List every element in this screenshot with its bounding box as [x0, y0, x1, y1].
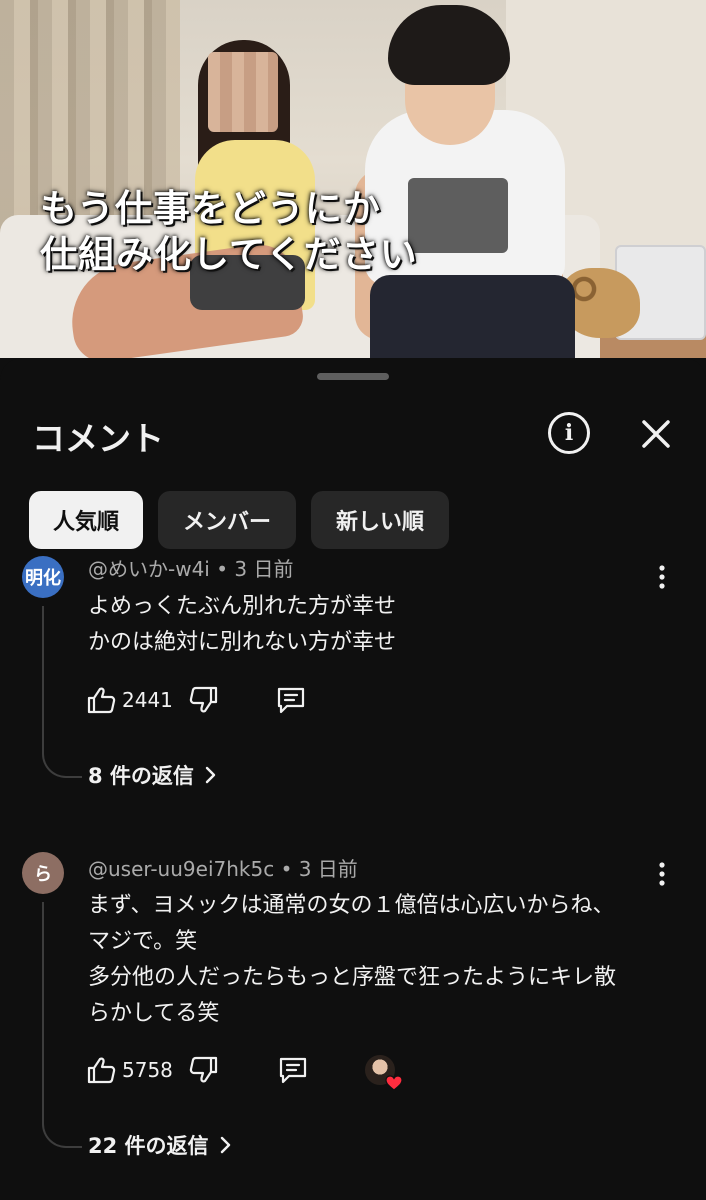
- dislike-button[interactable]: [189, 1056, 219, 1084]
- shirt-print: [408, 178, 508, 253]
- chip-popular[interactable]: 人気順: [29, 491, 143, 549]
- thumbs-up-icon: [87, 687, 116, 714]
- chevron-right-icon: [205, 766, 216, 784]
- view-replies-button[interactable]: 22 件の返信: [88, 1130, 231, 1160]
- comment-author[interactable]: @user-uu9ei7hk5c: [88, 857, 274, 881]
- comment-text: よめっくたぶん別れた方が幸せ かのは絶対に別れない方が幸せ: [88, 589, 668, 661]
- man-hair: [388, 5, 510, 85]
- replies-label: 22 件の返信: [88, 1134, 209, 1158]
- meta-separator: •: [280, 857, 293, 881]
- comments-sheet: コメント i 人気順 メンバー 新しい順 明化 @めいか-w4i • 3 日前 …: [0, 358, 706, 1200]
- comment-text: まず、ヨメックは通常の女の１億倍は心広いからね、 マジで。笑 多分他の人だったら…: [88, 888, 668, 1032]
- like-button[interactable]: 5758: [86, 1056, 173, 1084]
- thread-connector: [42, 606, 82, 778]
- sheet-title: コメント: [32, 419, 164, 458]
- comment-actions: 5758: [86, 1055, 403, 1091]
- chip-newest[interactable]: 新しい順: [311, 491, 449, 549]
- comment-item: ら @user-uu9ei7hk5c • 3 日前 まず、ヨメックは通常の女の１…: [0, 838, 706, 1200]
- like-count: 2441: [122, 688, 173, 712]
- comment-line: まず、ヨメックは通常の女の１億倍は心広いからね、: [88, 893, 615, 918]
- sort-chips: 人気順 メンバー 新しい順: [29, 491, 449, 549]
- drag-handle[interactable]: [317, 373, 389, 380]
- thumbs-down-icon: [189, 1056, 218, 1083]
- replies-label: 8 件の返信: [88, 764, 194, 788]
- more-options-icon[interactable]: [655, 564, 669, 590]
- reply-icon: [277, 687, 305, 714]
- heart-icon: [385, 1075, 403, 1091]
- video-player[interactable]: もう仕事をどうにか 仕組み化してください: [0, 0, 706, 358]
- comment-list: 明化 @めいか-w4i • 3 日前 よめっくたぶん別れた方が幸せ かのは絶対に…: [0, 556, 706, 1200]
- caption-line: もう仕事をどうにか: [40, 187, 381, 230]
- creator-avatar: [364, 1055, 403, 1091]
- dislike-button[interactable]: [189, 686, 219, 714]
- reply-button[interactable]: [275, 685, 307, 715]
- comment-line: マジで。笑: [88, 929, 198, 954]
- caption-line: 仕組み化してください: [40, 233, 418, 276]
- meta-separator: •: [216, 557, 229, 581]
- comment-meta: @user-uu9ei7hk5c • 3 日前: [88, 853, 358, 882]
- comment-meta: @めいか-w4i • 3 日前: [88, 556, 293, 582]
- like-button[interactable]: 2441: [86, 686, 173, 714]
- like-count: 5758: [122, 1058, 173, 1082]
- reply-button[interactable]: [277, 1055, 309, 1085]
- chip-members[interactable]: メンバー: [158, 491, 296, 549]
- thread-connector: [42, 902, 82, 1148]
- more-options-icon[interactable]: [655, 861, 669, 887]
- view-replies-button[interactable]: 8 件の返信: [88, 760, 216, 790]
- blurred-face: [208, 52, 278, 132]
- comment-line: かのは絶対に別れない方が幸せ: [88, 630, 397, 655]
- avatar[interactable]: ら: [22, 852, 64, 894]
- comment-line: 多分他の人だったらもっと序盤で狂ったようにキレ散: [88, 965, 617, 990]
- comment-actions: 2441: [86, 685, 307, 715]
- comment-line: らかしてる笑: [88, 1001, 220, 1026]
- comment-time: 3 日前: [234, 557, 294, 581]
- man-shorts: [370, 275, 575, 358]
- comment-item: 明化 @めいか-w4i • 3 日前 よめっくたぶん別れた方が幸せ かのは絶対に…: [0, 556, 706, 820]
- video-caption: もう仕事をどうにか 仕組み化してください: [40, 186, 418, 278]
- chevron-right-icon: [220, 1136, 230, 1154]
- reply-icon: [279, 1057, 307, 1084]
- thumbs-down-icon: [189, 686, 218, 713]
- comment-author[interactable]: @めいか-w4i: [88, 557, 210, 581]
- close-icon[interactable]: [636, 414, 676, 454]
- thumbs-up-icon: [87, 1057, 116, 1084]
- creator-heart: [364, 1055, 403, 1091]
- comment-time: 3 日前: [298, 857, 358, 881]
- info-icon[interactable]: i: [548, 412, 590, 454]
- avatar[interactable]: 明化: [22, 556, 64, 598]
- comment-line: よめっくたぶん別れた方が幸せ: [88, 594, 397, 619]
